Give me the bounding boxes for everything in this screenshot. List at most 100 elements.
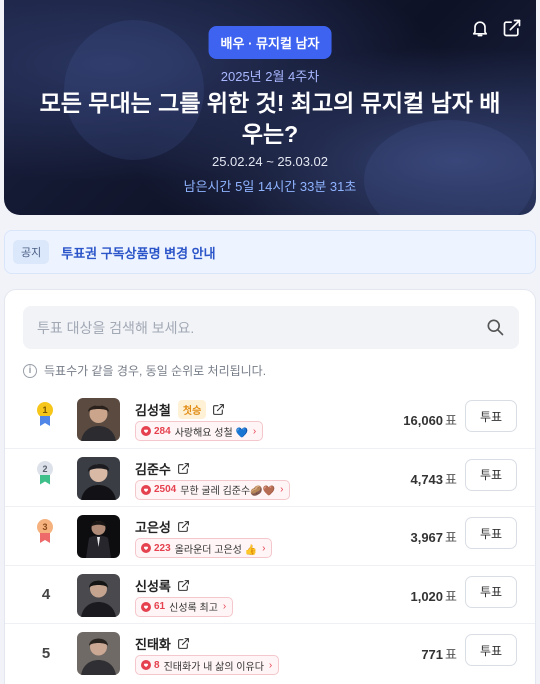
vote-unit: 표 bbox=[445, 413, 457, 428]
cheer-text: 신성록 최고 bbox=[169, 603, 218, 614]
chevron-right-icon: › bbox=[252, 425, 257, 437]
candidate-name: 신성록 bbox=[135, 578, 171, 594]
vote-number: 16,060 bbox=[403, 413, 444, 428]
chevron-right-icon: › bbox=[268, 659, 273, 671]
candidate-panel: i 득표수가 같을 경우, 동일 순위로 처리됩니다. 1 김성철 첫승 284… bbox=[4, 289, 536, 684]
category-badge: 배우 · 뮤지컬 남자 bbox=[208, 26, 332, 59]
vote-title: 모든 무대는 그를 위한 것! 최고의 뮤지컬 남자 배우는? bbox=[39, 90, 501, 147]
bronze-medal-icon: 3 bbox=[37, 519, 53, 547]
medal-ribbon bbox=[40, 474, 50, 485]
cheer-message[interactable]: 8 진태화가 내 삶의 이유다 › bbox=[135, 655, 280, 675]
avatar[interactable] bbox=[77, 573, 120, 617]
chevron-right-icon: › bbox=[280, 484, 284, 495]
candidate-name-line: 진태화 bbox=[135, 634, 190, 653]
cheer-text: 사랑해요 성철 💙 bbox=[174, 427, 248, 439]
rank-number: 3 bbox=[37, 519, 53, 535]
vote-unit: 표 bbox=[445, 647, 457, 662]
cheer-count: 284 bbox=[154, 425, 171, 437]
rank-number: 4 bbox=[41, 586, 51, 603]
cheer-message[interactable]: 284 사랑해요 성철 💙 › bbox=[135, 421, 264, 441]
search-input[interactable] bbox=[37, 319, 477, 336]
external-link-icon[interactable] bbox=[177, 579, 190, 592]
notice-text[interactable]: 투표권 구독상품명 변경 안내 bbox=[61, 243, 215, 262]
vote-number: 771 bbox=[421, 647, 444, 662]
share-icon[interactable] bbox=[502, 18, 522, 38]
avatar[interactable] bbox=[77, 398, 120, 441]
vote-button[interactable]: 투표 bbox=[465, 575, 517, 608]
silver-medal-icon: 2 bbox=[37, 460, 53, 489]
candidate-name-line: 신성록 bbox=[135, 576, 190, 595]
candidate-name-line: 김준수 bbox=[135, 459, 190, 478]
rank-number: 5 bbox=[41, 644, 51, 662]
avatar[interactable] bbox=[77, 515, 120, 558]
candidate-name: 진태화 bbox=[135, 637, 171, 652]
external-link-icon[interactable] bbox=[177, 637, 190, 650]
vote-unit: 표 bbox=[445, 471, 457, 487]
event-banner: 배우 · 뮤지컬 남자 2025년 2월 4주차 모든 무대는 그를 위한 것!… bbox=[4, 0, 536, 215]
candidate-row: 5 진태화 8 진태화가 내 삶의 이유다 › 771 표 투표 bbox=[5, 624, 535, 683]
medal-ribbon bbox=[40, 416, 50, 426]
vote-number: 4,743 bbox=[410, 471, 444, 487]
cheer-text: 올라운더 고은성 👍 bbox=[174, 544, 258, 556]
cheer-count: 223 bbox=[154, 542, 171, 554]
tie-rule-text: 득표수가 같을 경우, 동일 순위로 처리됩니다. bbox=[44, 364, 267, 378]
candidate-row: 2 김준수 2504 무한 굴레 김준수🥔🤎 › 4,743 표 투표 bbox=[5, 449, 535, 507]
search-icon[interactable] bbox=[485, 317, 505, 337]
vote-button[interactable]: 투표 bbox=[465, 517, 517, 549]
avatar[interactable] bbox=[77, 456, 120, 500]
notice-bar[interactable]: 공지 투표권 구독상품명 변경 안내 bbox=[4, 230, 536, 274]
vote-unit: 표 bbox=[445, 588, 457, 604]
candidate-name: 고은성 bbox=[135, 520, 171, 535]
external-link-icon[interactable] bbox=[212, 403, 225, 416]
medal-ribbon bbox=[40, 533, 50, 543]
candidate-name-line: 고은성 bbox=[135, 517, 190, 536]
heart-icon bbox=[141, 543, 151, 553]
vote-number: 1,020 bbox=[410, 588, 444, 604]
heart-icon bbox=[141, 660, 151, 670]
vote-unit: 표 bbox=[445, 530, 457, 545]
cheer-message[interactable]: 61 신성록 최고 › bbox=[135, 596, 234, 617]
tie-rule-info: i 득표수가 같을 경우, 동일 순위로 처리됩니다. bbox=[23, 362, 266, 379]
candidate-name: 김성철 bbox=[135, 403, 171, 418]
candidate-list: 1 김성철 첫승 284 사랑해요 성철 💙 › 16,060 표 투표 2 김… bbox=[5, 390, 535, 683]
avatar[interactable] bbox=[77, 632, 120, 675]
heart-icon bbox=[141, 601, 151, 612]
vote-count: 3,967 표 bbox=[410, 527, 457, 546]
vote-number: 3,967 bbox=[410, 530, 444, 545]
rank-number: 1 bbox=[37, 402, 53, 418]
search-box bbox=[23, 306, 519, 349]
heart-icon bbox=[141, 426, 151, 436]
vote-count: 4,743 표 bbox=[410, 469, 457, 488]
vote-week: 2025년 2월 4주차 bbox=[220, 69, 320, 84]
chevron-right-icon: › bbox=[262, 542, 266, 554]
cheer-message[interactable]: 223 올라운더 고은성 👍 › bbox=[135, 538, 273, 558]
cheer-count: 61 bbox=[154, 601, 166, 612]
info-icon: i bbox=[23, 363, 37, 378]
remaining-time: 남은시간 5일 14시간 33분 31초 bbox=[183, 179, 357, 194]
candidate-row: 1 김성철 첫승 284 사랑해요 성철 💙 › 16,060 표 투표 bbox=[5, 390, 535, 449]
rank-number: 2 bbox=[37, 460, 53, 477]
cheer-count: 2504 bbox=[154, 484, 177, 495]
vote-count: 771 표 bbox=[421, 644, 457, 663]
candidate-name-line: 김성철 첫승 bbox=[135, 400, 225, 419]
cheer-message[interactable]: 2504 무한 굴레 김준수🥔🤎 › bbox=[135, 479, 291, 500]
cheer-count: 8 bbox=[154, 659, 160, 671]
candidate-name: 김준수 bbox=[135, 461, 171, 477]
vote-button[interactable]: 투표 bbox=[465, 458, 517, 491]
banner-actions bbox=[470, 18, 522, 38]
external-link-icon[interactable] bbox=[177, 520, 190, 533]
candidate-row: 4 신성록 61 신성록 최고 › 1,020 표 투표 bbox=[5, 566, 535, 624]
external-link-icon[interactable] bbox=[177, 462, 190, 475]
bell-icon[interactable] bbox=[470, 18, 490, 38]
cheer-text: 무한 굴레 김준수🥔🤎 bbox=[180, 486, 276, 497]
chevron-right-icon: › bbox=[222, 601, 227, 612]
vote-count: 1,020 표 bbox=[410, 586, 457, 605]
vote-period: 25.02.24 ~ 25.03.02 bbox=[211, 154, 329, 169]
vote-count: 16,060 표 bbox=[403, 410, 457, 429]
vote-button[interactable]: 투표 bbox=[465, 634, 517, 666]
heart-icon bbox=[141, 484, 151, 495]
gold-medal-icon: 1 bbox=[37, 402, 53, 430]
notice-tag: 공지 bbox=[13, 240, 50, 264]
first-win-badge: 첫승 bbox=[177, 400, 207, 419]
vote-button[interactable]: 투표 bbox=[465, 400, 517, 432]
